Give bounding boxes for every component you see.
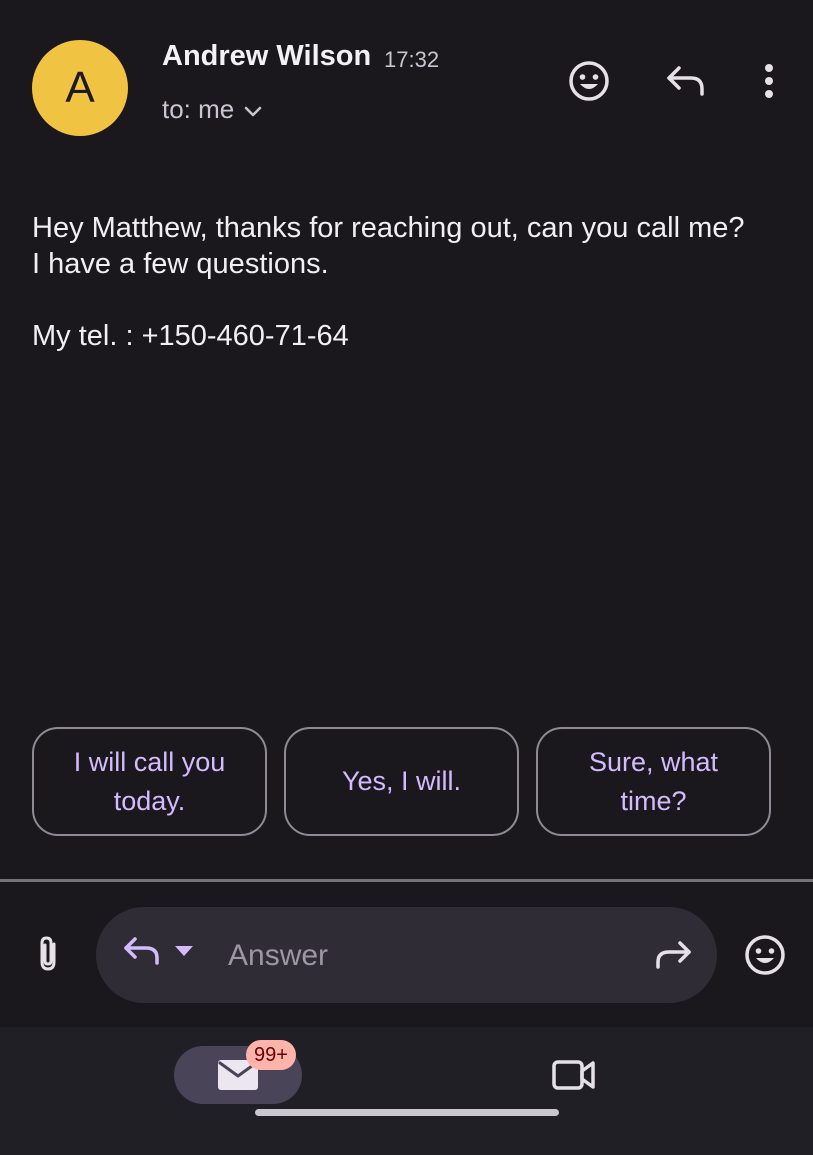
reply-button[interactable] [662,57,710,105]
bottom-navigation: 99+ [0,1027,813,1155]
smart-reply-chip[interactable]: Yes, I will. [284,727,519,836]
sender-avatar[interactable]: A [32,40,128,136]
reply-compose-bar [96,907,717,1003]
unread-count-badge: 99+ [246,1040,296,1070]
recipients-label: to: me [162,94,235,124]
forward-button[interactable] [651,933,695,977]
email-time: 17:32 [384,47,440,72]
sender-name: Andrew Wilson [162,40,372,72]
dropdown-arrow-icon [175,946,193,956]
more-vert-icon [765,64,773,98]
body-line: I have a few questions. [32,248,329,280]
emoji-reaction-icon [569,61,609,101]
emoji-button[interactable] [742,932,788,978]
smart-reply-chip[interactable]: Sure, what time? [536,727,771,836]
reply-mode-selector[interactable] [122,935,194,967]
reply-icon [124,937,159,965]
smart-reply-chip[interactable]: I will call you today. [32,727,267,836]
emoji-icon [745,935,785,975]
more-options-button[interactable] [745,57,793,105]
email-body: Hey Matthew, thanks for reaching out, ca… [32,210,762,354]
smart-reply-chips: I will call you today. Yes, I will. Sure… [32,727,771,836]
body-line: Hey Matthew, thanks for reaching out, ca… [32,212,745,244]
paperclip-icon [40,936,56,971]
email-view: A Andrew Wilson 17:32 to: me Hey Matthew… [0,0,813,1155]
body-phone-line[interactable]: My tel. : +150-460-71-64 [32,318,762,354]
nav-meet-button[interactable] [548,1051,600,1099]
add-reaction-button[interactable] [565,57,613,105]
answer-input[interactable] [226,931,630,981]
reply-icon [667,66,704,96]
forward-icon [656,941,691,969]
recipients-toggle[interactable]: to: me [162,94,262,125]
attach-button[interactable] [26,932,70,976]
chevron-down-icon [245,106,262,116]
divider [0,879,813,882]
home-indicator[interactable] [255,1109,559,1116]
body-blank-line [32,282,762,318]
video-camera-icon [552,1060,595,1090]
